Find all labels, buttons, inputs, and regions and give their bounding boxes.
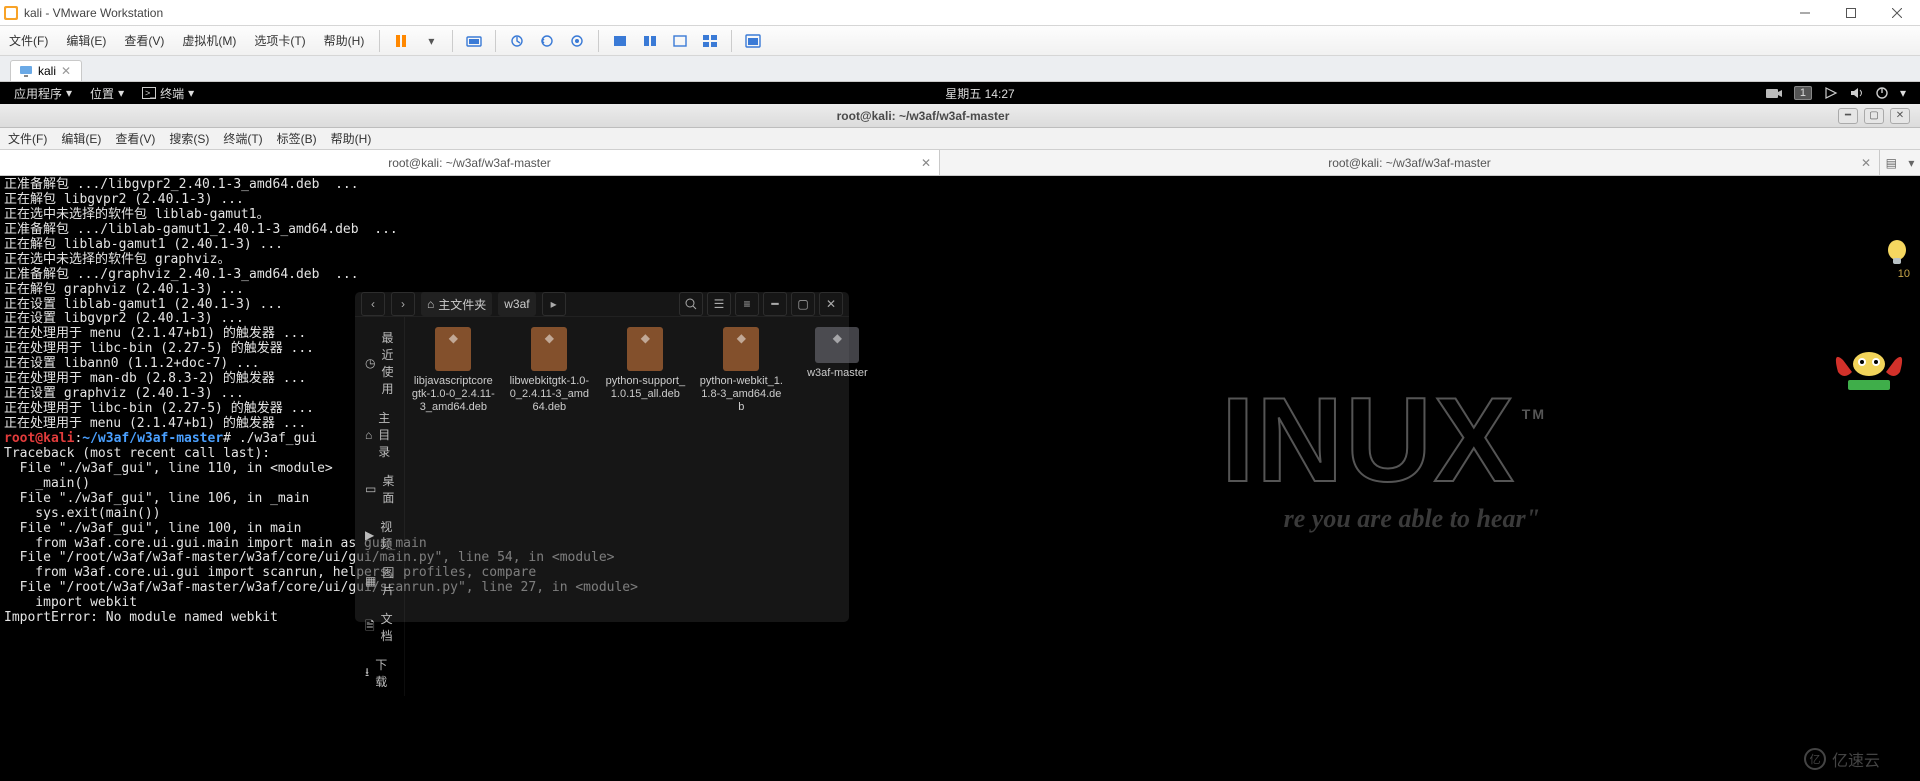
power-dropdown-icon[interactable]: ▾: [421, 31, 441, 51]
kali-apps-menu[interactable]: 应用程序▾: [14, 85, 72, 102]
terminal-close-button[interactable]: ✕: [1890, 108, 1910, 124]
kali-places-menu[interactable]: 位置▾: [90, 85, 124, 102]
kali-top-panel: 应用程序▾ 位置▾ >_ 终端▾ 星期五 14:27 1 ▾: [0, 82, 1920, 104]
terminal-icon: >_: [142, 87, 156, 99]
terminal-tab-1-label: root@kali: ~/w3af/w3af-master: [388, 156, 551, 170]
watermark: 亿 亿速云: [1804, 747, 1880, 771]
host-window-title: kali - VMware Workstation: [22, 6, 1782, 20]
terminal-tab-new-icon[interactable]: ▤: [1886, 156, 1897, 170]
vm-tab-close-icon[interactable]: ✕: [61, 64, 71, 78]
terminal-max-button[interactable]: ▢: [1864, 108, 1884, 124]
send-ctrl-alt-del-icon[interactable]: [464, 31, 484, 51]
prompt-user: root@kali: [4, 431, 74, 446]
wallpaper-text: INUXTM re you are able to hear": [1221, 386, 1540, 534]
desktop-widget-dragon: [1828, 346, 1910, 394]
term-menu-view[interactable]: 查看(V): [115, 130, 155, 147]
vm-menu-tabs[interactable]: 选项卡(T): [245, 26, 314, 55]
terminal-lines-b: Traceback (most recent call last): File …: [4, 446, 638, 625]
vm-menu-edit[interactable]: 编辑(E): [57, 26, 115, 55]
view-thumb-icon[interactable]: [640, 31, 660, 51]
vm-tab-label: kali: [38, 64, 56, 78]
guest-desktop: INUXTM re you are able to hear" 10 正准备解包…: [0, 176, 1920, 781]
snapshot-revert-icon[interactable]: [537, 31, 557, 51]
term-menu-help[interactable]: 帮助(H): [331, 130, 372, 147]
terminal-tab-2[interactable]: root@kali: ~/w3af/w3af-master ✕: [940, 150, 1880, 175]
terminal-tab-1[interactable]: root@kali: ~/w3af/w3af-master ✕: [0, 150, 940, 175]
camera-icon[interactable]: [1766, 87, 1782, 99]
vm-menu-view[interactable]: 查看(V): [115, 26, 173, 55]
workspace-badge[interactable]: 1: [1794, 86, 1812, 100]
minimize-button[interactable]: [1782, 0, 1828, 26]
terminal-tab-extra: ▤▾: [1880, 150, 1920, 175]
terminal-tab-1-close-icon[interactable]: ✕: [921, 156, 931, 170]
files-side-downloads[interactable]: ⭳下载: [355, 650, 404, 696]
terminal-tab-2-label: root@kali: ~/w3af/w3af-master: [1328, 156, 1491, 170]
svg-text:>_: >_: [145, 88, 156, 98]
close-button[interactable]: [1874, 0, 1920, 26]
prompt-cmd: ./w3af_gui: [231, 431, 317, 446]
terminal-window-title: root@kali: ~/w3af/w3af-master: [8, 109, 1838, 123]
terminal-tab-2-close-icon[interactable]: ✕: [1861, 156, 1871, 170]
vmware-toolbar: 文件(F) 编辑(E) 查看(V) 虚拟机(M) 选项卡(T) 帮助(H) ▾: [0, 26, 1920, 56]
maximize-button[interactable]: [1828, 0, 1874, 26]
panel-dropdown-icon[interactable]: ▾: [1900, 86, 1906, 100]
view-unity-icon[interactable]: [700, 31, 720, 51]
terminal-tabstrip: root@kali: ~/w3af/w3af-master ✕ root@kal…: [0, 150, 1920, 176]
power-icon[interactable]: [1876, 87, 1888, 99]
term-menu-tabs[interactable]: 标签(B): [277, 130, 317, 147]
term-menu-search[interactable]: 搜索(S): [169, 130, 209, 147]
volume-icon[interactable]: [1850, 87, 1864, 99]
fullscreen-icon[interactable]: [743, 31, 763, 51]
term-menu-file[interactable]: 文件(F): [8, 130, 47, 147]
snapshot-take-icon[interactable]: [507, 31, 527, 51]
desktop-widget-bulb: 10: [1884, 238, 1910, 280]
terminal-lines-a: 正准备解包 .../libgvpr2_2.40.1-3_amd64.deb ..…: [4, 177, 398, 431]
snapshot-manage-icon[interactable]: [567, 31, 587, 51]
vm-tab-monitor-icon: [19, 65, 33, 77]
term-menu-terminal[interactable]: 终端(T): [223, 130, 262, 147]
kali-clock[interactable]: 星期五 14:27: [194, 85, 1766, 102]
pause-icon[interactable]: [391, 31, 411, 51]
record-icon[interactable]: [1824, 86, 1838, 100]
vm-menu-help[interactable]: 帮助(H): [315, 26, 374, 55]
kali-terminal-launcher[interactable]: >_ 终端▾: [142, 85, 194, 102]
vm-menu-vm[interactable]: 虚拟机(M): [173, 26, 245, 55]
term-menu-edit[interactable]: 编辑(E): [61, 130, 101, 147]
watermark-logo-icon: 亿: [1804, 748, 1826, 770]
terminal-min-button[interactable]: ━: [1838, 108, 1858, 124]
host-window-titlebar: kali - VMware Workstation: [0, 0, 1920, 26]
vm-tabstrip: kali ✕: [0, 56, 1920, 82]
terminal-output[interactable]: 正准备解包 .../libgvpr2_2.40.1-3_amd64.deb ..…: [0, 176, 1920, 628]
prompt-path: ~/w3af/w3af-master: [82, 431, 223, 446]
terminal-window-titlebar: root@kali: ~/w3af/w3af-master ━ ▢ ✕: [0, 104, 1920, 128]
vm-tab-kali[interactable]: kali ✕: [10, 60, 82, 81]
view-stretch-icon[interactable]: [670, 31, 690, 51]
download-icon: ⭳: [365, 663, 369, 684]
vm-menu-file[interactable]: 文件(F): [0, 26, 57, 55]
vmware-icon: [0, 5, 22, 21]
terminal-menubar: 文件(F) 编辑(E) 查看(V) 搜索(S) 终端(T) 标签(B) 帮助(H…: [0, 128, 1920, 150]
view-single-icon[interactable]: [610, 31, 630, 51]
